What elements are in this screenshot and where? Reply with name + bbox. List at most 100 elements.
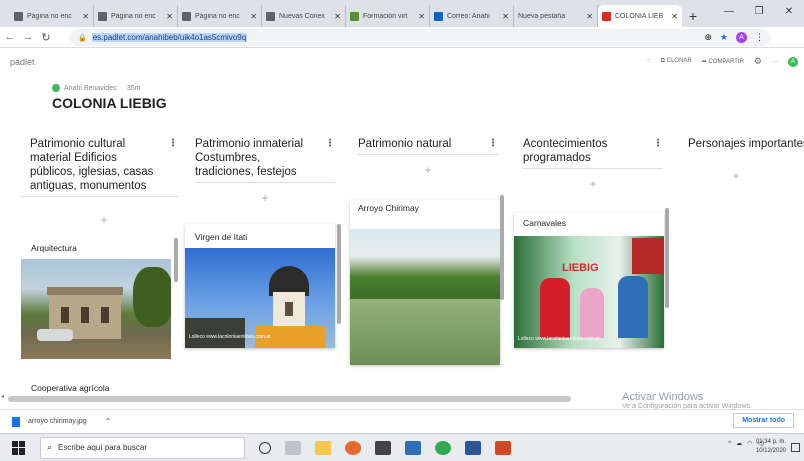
- lock-icon[interactable]: 🔒: [78, 34, 87, 42]
- menu-icon[interactable]: ⋮: [755, 32, 764, 43]
- divider: [358, 154, 498, 155]
- activation-watermark: Activar Windows Ve a Configuración para …: [622, 391, 752, 410]
- woman-figure: [618, 276, 648, 338]
- close-window-icon[interactable]: ✕: [774, 0, 804, 27]
- page-icon: [266, 11, 275, 21]
- download-filename[interactable]: arroyo chirimay.jpg: [28, 418, 87, 425]
- post-title[interactable]: Cooperativa agrícola: [31, 383, 109, 393]
- heart-icon[interactable]: ♡: [645, 58, 650, 65]
- logo-text: LIEBIG: [562, 262, 599, 274]
- close-icon[interactable]: ✕: [166, 12, 173, 21]
- browser-tab-active[interactable]: COLONIA LIEB ✕: [598, 5, 682, 27]
- column-header: Patrimonio natural ⋮: [358, 137, 498, 151]
- browser-tab[interactable]: Nueva pestaña ✕: [514, 5, 598, 27]
- store-icon[interactable]: [375, 440, 391, 455]
- maximize-icon[interactable]: ❐: [744, 0, 774, 27]
- back-icon[interactable]: ←: [2, 31, 18, 43]
- taskbar-clock[interactable]: 01:34 p. m. 10/12/2020: [756, 438, 786, 456]
- image-caption: Lolleco www.lacoloniaenlinea.com.ar: [189, 334, 271, 340]
- post-card[interactable]: Virgen de Itati Lolleco www.lacoloniaenl…: [185, 224, 335, 348]
- powerpoint-icon[interactable]: [495, 440, 511, 455]
- more-icon[interactable]: ···: [772, 59, 778, 65]
- bookmark-star-icon[interactable]: ★: [720, 32, 728, 43]
- cortana-icon[interactable]: [259, 441, 271, 454]
- add-post-button[interactable]: +: [358, 163, 498, 177]
- add-post-button[interactable]: +: [688, 169, 804, 183]
- post-image[interactable]: [350, 229, 500, 365]
- notification-icon[interactable]: [791, 443, 800, 452]
- close-icon[interactable]: ✕: [418, 12, 425, 21]
- column-menu-icon[interactable]: ⋮: [325, 137, 335, 151]
- post-title: Arquitectura: [21, 243, 171, 259]
- window-shape: [285, 302, 293, 316]
- share-button[interactable]: ➦ COMPARTIR: [702, 58, 744, 65]
- browser-tab[interactable]: Correo: Anahi ✕: [430, 5, 514, 27]
- settings-gear-icon[interactable]: ⚙: [754, 56, 762, 67]
- wifi-icon[interactable]: ◠: [747, 440, 752, 447]
- column-scrollbar[interactable]: [665, 208, 669, 308]
- minimize-icon[interactable]: —: [714, 0, 744, 27]
- url-text[interactable]: es.padlet.com/anahibeb/uik4o1as5cmivo9q: [91, 33, 248, 42]
- new-tab-button[interactable]: +: [682, 5, 704, 27]
- browser-tab[interactable]: Página no enc ✕: [10, 5, 94, 27]
- column-scrollbar[interactable]: [500, 195, 504, 300]
- post-image[interactable]: LIEBIG Lolleco www.lacoloniaenlinea.com.…: [514, 236, 664, 348]
- close-icon[interactable]: ✕: [671, 12, 678, 21]
- close-icon[interactable]: ✕: [82, 12, 89, 21]
- padlet-logo[interactable]: padlet: [10, 57, 35, 67]
- windows-taskbar: ⌕ Escribe aquí para buscar ^ ☁ ◠ ◁) 01:3…: [0, 433, 804, 461]
- task-view-icon[interactable]: [285, 440, 301, 455]
- water-shape: [350, 299, 500, 365]
- column-header: Personajes importantes: [688, 138, 804, 150]
- image-caption: Lolleco www.lacoloniaenlinea.com.ar: [518, 336, 600, 342]
- address-bar[interactable]: 🔒 es.padlet.com/anahibeb/uik4o1as5cmivo9…: [70, 29, 770, 46]
- browser-tab[interactable]: Página no enc ✕: [178, 5, 262, 27]
- word-icon[interactable]: [465, 440, 481, 455]
- window-controls: — ❐ ✕: [714, 0, 804, 27]
- mail-icon[interactable]: [405, 440, 421, 455]
- profile-avatar-icon[interactable]: A: [736, 32, 747, 43]
- download-bar: arroyo chirimay.jpg ⌃ Mostrar todo: [0, 409, 804, 433]
- close-icon[interactable]: ✕: [334, 12, 341, 21]
- column-personajes: Personajes importantes +: [688, 137, 804, 183]
- user-avatar[interactable]: A: [788, 56, 798, 67]
- queen-figure: [540, 278, 570, 338]
- horizontal-scrollbar[interactable]: [8, 396, 571, 402]
- door-shape: [81, 307, 89, 323]
- add-post-button[interactable]: +: [195, 191, 335, 205]
- taskbar-search[interactable]: ⌕ Escribe aquí para buscar: [40, 436, 245, 459]
- network-icon[interactable]: ☁: [736, 440, 742, 447]
- browser-tab[interactable]: Formación virt ✕: [346, 5, 430, 27]
- post-card[interactable]: Arroyo Chirimay: [350, 200, 500, 365]
- opera-icon[interactable]: [345, 440, 361, 455]
- add-post-button[interactable]: +: [30, 213, 178, 227]
- post-image[interactable]: Lolleco www.lacoloniaenlinea.com.ar: [185, 248, 335, 348]
- reload-icon[interactable]: ↻: [38, 31, 54, 44]
- close-icon[interactable]: ✕: [250, 12, 257, 21]
- browser-tab[interactable]: Nuevas Conex ✕: [262, 5, 346, 27]
- file-explorer-icon[interactable]: [315, 440, 331, 455]
- column-scrollbar[interactable]: [337, 224, 341, 324]
- column-menu-icon[interactable]: ⋮: [488, 137, 498, 151]
- post-image[interactable]: [21, 259, 171, 359]
- column-scrollbar[interactable]: [174, 238, 178, 282]
- add-post-button[interactable]: +: [523, 177, 663, 191]
- install-icon[interactable]: ⊕: [704, 32, 712, 43]
- scroll-left-icon[interactable]: ◂: [1, 393, 4, 400]
- column-header: Patrimonio inmaterial Costumbres, tradic…: [195, 137, 335, 178]
- post-card[interactable]: Arquitectura: [21, 243, 171, 359]
- column-menu-icon[interactable]: ⋮: [168, 137, 178, 151]
- forward-icon[interactable]: →: [20, 31, 36, 43]
- close-icon[interactable]: ✕: [586, 12, 593, 21]
- padlet-header: padlet ♡ ⧉ CLONAR ➦ COMPARTIR ⚙ ··· A: [0, 48, 804, 76]
- chevron-up-icon[interactable]: ^: [728, 441, 731, 447]
- browser-tab[interactable]: Página no enc ✕: [94, 5, 178, 27]
- chevron-up-icon[interactable]: ⌃: [105, 417, 112, 426]
- windows-start-icon[interactable]: [12, 440, 26, 455]
- clone-button[interactable]: ⧉ CLONAR: [661, 58, 692, 65]
- chrome-icon[interactable]: [435, 440, 451, 455]
- close-icon[interactable]: ✕: [502, 12, 509, 21]
- post-card[interactable]: Carnavales LIEBIG Lolleco www.lacoloniae…: [514, 213, 664, 348]
- column-menu-icon[interactable]: ⋮: [653, 137, 663, 151]
- show-all-button[interactable]: Mostrar todo: [733, 413, 794, 428]
